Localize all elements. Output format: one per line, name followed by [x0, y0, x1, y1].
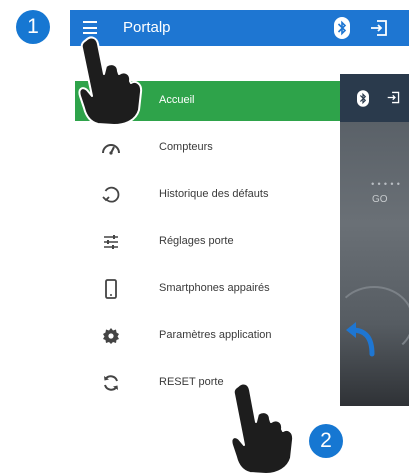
- bluetooth-icon[interactable]: [334, 17, 350, 39]
- nav-item-historique[interactable]: Historique des défauts: [75, 175, 340, 215]
- sliders-icon: [104, 235, 118, 249]
- menu-icon[interactable]: [83, 21, 97, 34]
- bluetooth-icon: [357, 90, 369, 107]
- history-icon: [102, 186, 120, 203]
- smartphone-icon: [105, 279, 117, 299]
- nav-item-label: Historique des défauts: [159, 188, 269, 200]
- nav-item-label: Paramètres application: [159, 329, 272, 341]
- nav-item-smartphones[interactable]: Smartphones appairés: [75, 269, 340, 309]
- code-dots: •••••: [370, 180, 403, 190]
- nav-item-label: Compteurs: [159, 141, 213, 153]
- nav-item-label: RESET porte: [159, 376, 224, 388]
- background-app-screen: ••••• GO: [334, 74, 409, 406]
- pointing-hand-icon: [230, 382, 295, 475]
- return-arrow-icon: [346, 322, 375, 357]
- refresh-icon: [104, 375, 118, 391]
- nav-item-compteurs[interactable]: Compteurs: [75, 128, 340, 168]
- pointing-hand-icon: [78, 36, 143, 126]
- gear-icon: [103, 328, 119, 344]
- speedometer-icon: [102, 144, 120, 155]
- nav-item-reglages[interactable]: Réglages porte: [75, 222, 340, 262]
- login-icon: [387, 91, 400, 104]
- nav-item-label: Smartphones appairés: [159, 282, 270, 294]
- login-icon[interactable]: [370, 19, 388, 37]
- nav-item-label: Accueil: [159, 94, 195, 106]
- nav-item-parametres[interactable]: Paramètres application: [75, 316, 340, 356]
- status-text: GO: [372, 194, 388, 205]
- step-2-badge: 2: [309, 424, 343, 458]
- step-1-badge: 1: [16, 10, 50, 44]
- nav-item-label: Réglages porte: [159, 235, 234, 247]
